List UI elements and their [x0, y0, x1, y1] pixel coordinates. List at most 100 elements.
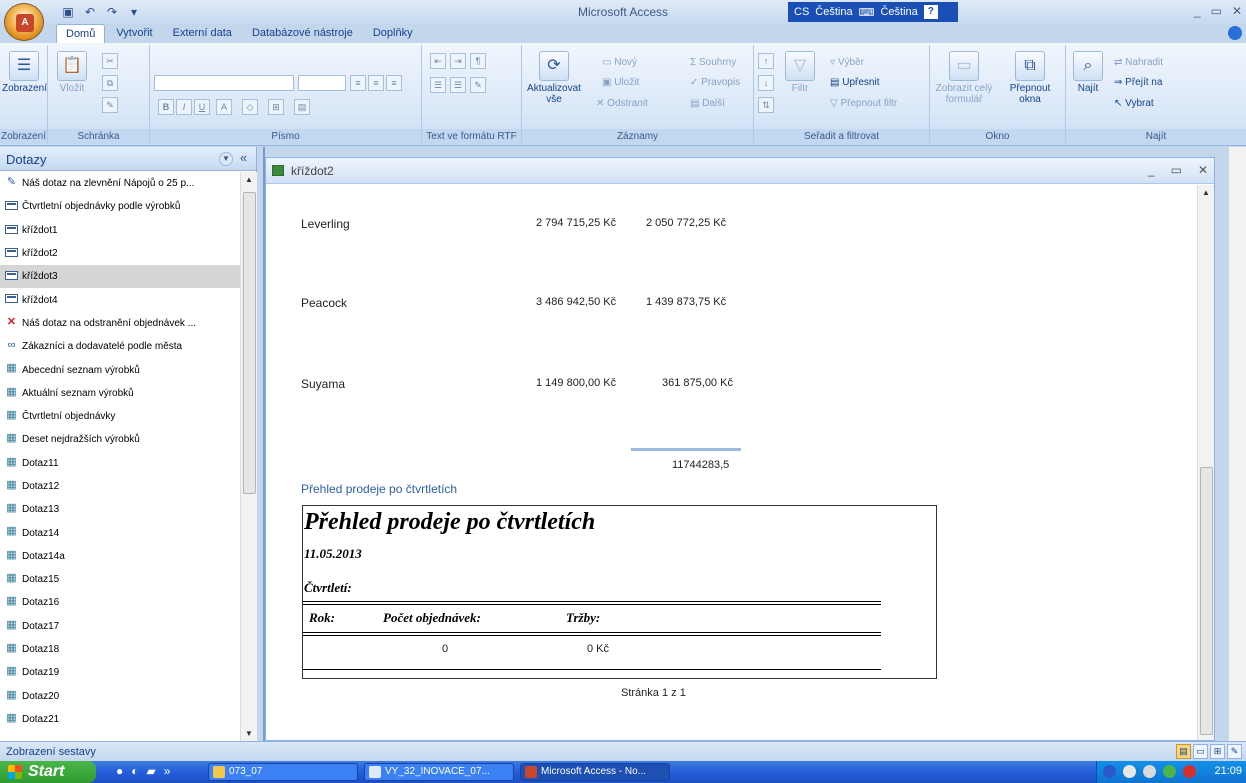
ltr-icon[interactable]: ¶ [470, 53, 486, 69]
select-button[interactable]: ↖ Vybrat [1114, 98, 1154, 109]
antivirus-icon[interactable] [1183, 765, 1196, 778]
tab-database-tools[interactable]: Databázové nástroje [243, 24, 362, 44]
language-bar[interactable]: CS Čeština ⌨ Čeština ? [788, 2, 958, 22]
align-left-icon[interactable]: ≡ [350, 75, 366, 91]
advanced-button[interactable]: ▤ Upřesnit [830, 77, 879, 88]
more-button[interactable]: ▤ Další [690, 98, 725, 109]
nav-item[interactable]: ▦ Dotaz12 [0, 475, 240, 498]
tab-addins[interactable]: Doplňky [364, 24, 422, 44]
filter-button[interactable]: ▽ Filtr [780, 51, 820, 94]
format-painter-icon[interactable]: ✎ [102, 97, 118, 113]
folder-icon[interactable]: ▰ [147, 764, 156, 778]
doc-close-button[interactable]: ✕ [1198, 163, 1208, 177]
nav-item[interactable]: kříždot1 [0, 219, 240, 242]
goto-button[interactable]: ⇒ Přejít na [1114, 77, 1162, 88]
scroll-up-icon[interactable]: ▲ [1202, 188, 1210, 197]
totals-button[interactable]: Σ Souhrny [690, 57, 736, 68]
language-code[interactable]: CS [794, 6, 809, 18]
fill-color-icon[interactable]: ◇ [242, 99, 258, 115]
nav-item[interactable]: kříždot4 [0, 288, 240, 311]
nav-item[interactable]: ▦ Dotaz15 [0, 568, 240, 591]
firefox-icon[interactable]: ● [116, 764, 123, 778]
cut-icon[interactable]: ✂ [102, 53, 118, 69]
nav-item[interactable]: ▦ Dotaz18 [0, 638, 240, 661]
start-button[interactable]: Start [0, 761, 96, 783]
new-record-button[interactable]: ▭ Nový [602, 57, 637, 68]
more-quick-launch-icon[interactable]: » [164, 764, 171, 778]
nav-item[interactable]: ▦ Dotaz16 [0, 591, 240, 614]
doc-restore-button[interactable]: ▭ [1171, 163, 1182, 177]
pane-splitter[interactable] [257, 147, 265, 741]
increase-indent-icon[interactable]: ⇥ [450, 53, 466, 69]
nav-item[interactable]: Čtvrtletní objednávky podle výrobků [0, 195, 240, 218]
view-button[interactable]: ☰ Zobrazení [2, 51, 47, 94]
design-view-icon[interactable]: ✎ [1227, 744, 1242, 759]
taskbar-item[interactable]: 073_07 [208, 763, 358, 781]
nav-item[interactable]: ▦ Dotaz14a [0, 545, 240, 568]
clear-sort-icon[interactable]: ⇅ [758, 97, 774, 113]
nav-item[interactable]: ∞ Zákazníci a dodavatelé podle města [0, 335, 240, 358]
selection-button[interactable]: ▿ Výběr [830, 57, 864, 68]
keyboard-layout[interactable]: Čeština [880, 6, 917, 18]
nav-header[interactable]: Dotazy ▼ « [0, 147, 256, 171]
nav-item[interactable]: ▦ Dotaz11 [0, 452, 240, 475]
security-icon[interactable] [1163, 765, 1176, 778]
nav-item[interactable]: ▦ Dotaz21 [0, 708, 240, 731]
nav-item[interactable]: ▦ Aktuální seznam výrobků [0, 382, 240, 405]
delete-record-button[interactable]: ✕ Odstranit [596, 98, 648, 109]
nav-item[interactable]: ▦ Dotaz13 [0, 498, 240, 521]
font-color-button[interactable]: A [216, 99, 232, 115]
nav-item[interactable]: ▦ Dotaz14 [0, 521, 240, 544]
nav-item[interactable]: ▦ Abecední seznam výrobků [0, 358, 240, 381]
chevron-down-icon[interactable]: ▼ [219, 152, 233, 166]
copy-icon[interactable]: ⧉ [102, 75, 118, 91]
help-icon[interactable]: ? [923, 5, 938, 19]
sort-ascending-icon[interactable]: ↑ [758, 53, 774, 69]
volume-icon[interactable] [1143, 765, 1156, 778]
gridlines-icon[interactable]: ⊞ [268, 99, 284, 115]
decrease-indent-icon[interactable]: ⇤ [430, 53, 446, 69]
nav-scrollbar[interactable]: ▲ ▼ [240, 172, 257, 741]
nav-item[interactable]: ✎ Náš dotaz na zlevnění Nápojů o 25 p... [0, 172, 240, 195]
switch-windows-button[interactable]: ⧉ Přepnout okna [1000, 51, 1060, 105]
report-scrollbar[interactable]: ▲ [1197, 185, 1214, 740]
align-center-icon[interactable]: ≡ [368, 75, 384, 91]
nav-item[interactable]: ▦ Dotaz17 [0, 615, 240, 638]
nav-item[interactable]: kříždot3 [0, 265, 240, 289]
minimize-button[interactable]: _ [1194, 4, 1201, 18]
save-record-button[interactable]: ▣ Uložit [602, 77, 639, 88]
nav-item[interactable]: ▦ Dotaz19 [0, 661, 240, 684]
scroll-down-icon[interactable]: ▼ [245, 729, 253, 738]
print-preview-icon[interactable]: ▭ [1193, 744, 1208, 759]
tab-home[interactable]: Domů [56, 24, 106, 44]
italic-button[interactable]: I [176, 99, 192, 115]
network-icon[interactable] [1123, 765, 1136, 778]
nav-scroll-thumb[interactable] [243, 192, 256, 494]
toggle-filter-button[interactable]: ▽ Přepnout filtr [830, 98, 897, 109]
find-button[interactable]: ⌕ Najít [1068, 51, 1108, 94]
layout-view-icon[interactable]: ⊞ [1210, 744, 1225, 759]
ribbon-help-icon[interactable] [1228, 26, 1242, 40]
font-name-combo[interactable] [154, 75, 294, 91]
collapse-pane-icon[interactable]: « [240, 150, 247, 165]
close-button[interactable]: ✕ [1232, 4, 1242, 18]
bullets-icon[interactable]: ☰ [450, 77, 466, 93]
taskbar-item[interactable]: VY_32_INOVACE_07... [364, 763, 514, 781]
scroll-up-icon[interactable]: ▲ [245, 175, 253, 184]
refresh-all-button[interactable]: ⟳ Aktualizovat vše [524, 51, 584, 105]
highlight-icon[interactable]: ✎ [470, 77, 486, 93]
paste-button[interactable]: 📋 Vložit [52, 51, 92, 94]
alternate-fill-icon[interactable]: ▤ [294, 99, 310, 115]
ie-icon[interactable]: ◐ [131, 764, 138, 778]
nav-item[interactable]: ▦ Čtvrtletní objednávky [0, 405, 240, 428]
tab-external-data[interactable]: Externí data [164, 24, 241, 44]
nav-item[interactable]: kříždot2 [0, 242, 240, 265]
numbering-icon[interactable]: ☰ [430, 77, 446, 93]
nav-item[interactable]: ▦ Dotaz20 [0, 685, 240, 708]
language-icon[interactable] [1103, 765, 1116, 778]
align-right-icon[interactable]: ≡ [386, 75, 402, 91]
font-size-combo[interactable] [298, 75, 346, 91]
spelling-button[interactable]: ✓ Pravopis [690, 77, 740, 88]
replace-button[interactable]: ⇄ Nahradit [1114, 57, 1163, 68]
nav-item[interactable]: ✕ Náš dotaz na odstranění objednávek ... [0, 312, 240, 335]
